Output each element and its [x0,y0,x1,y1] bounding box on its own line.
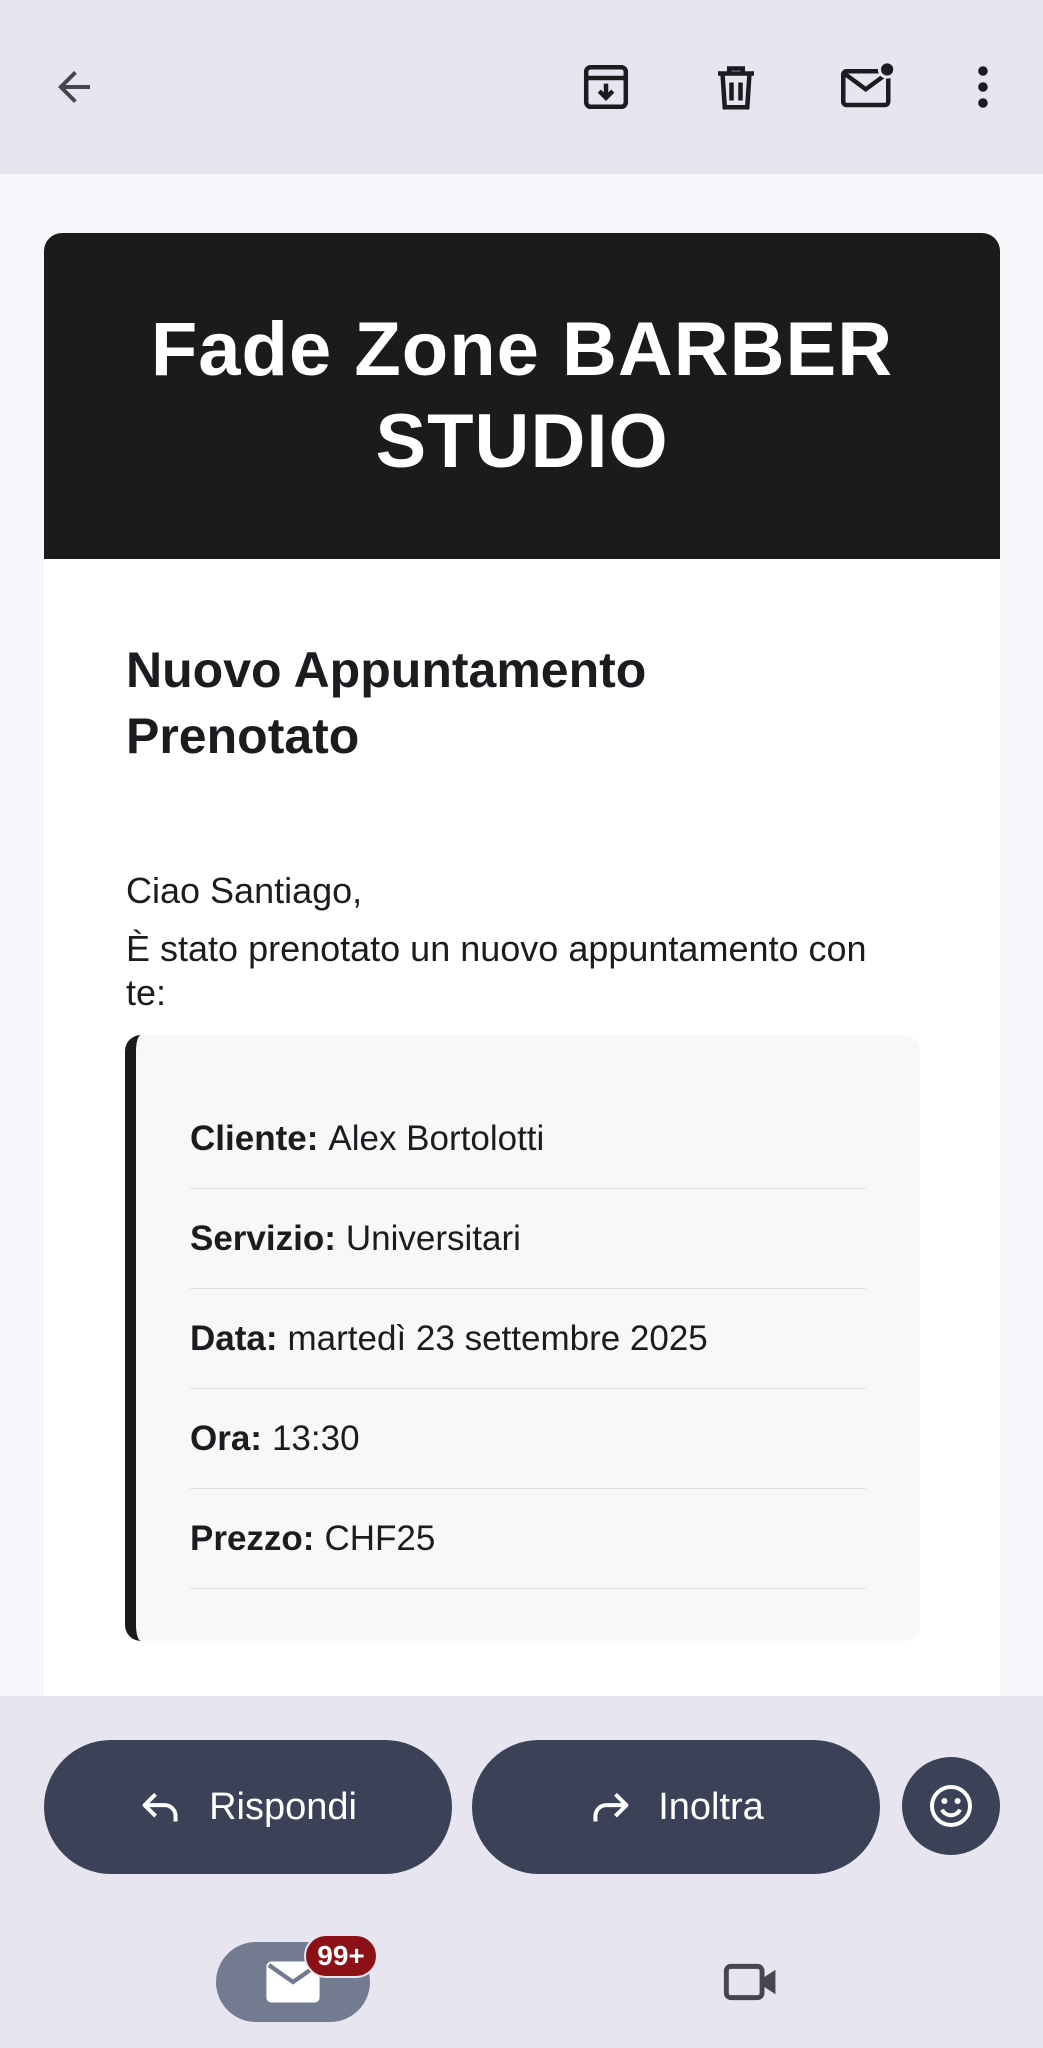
intro-text: È stato prenotato un nuovo appuntamento … [126,928,867,1013]
bottom-navigation: 99+ [0,1918,1043,2048]
delete-button[interactable] [696,47,776,127]
header-banner: Fade Zone BARBER STUDIO [44,233,1000,559]
top-app-bar [0,0,1043,174]
archive-button[interactable] [566,47,646,127]
reply-icon [142,1792,178,1822]
forward-button[interactable]: Inoltra [472,1740,880,1874]
greeting-text: Ciao Santiago, [126,870,363,911]
detail-value: CHF25 [324,1518,436,1558]
emoji-icon [930,1785,972,1827]
detail-label: Cliente: [190,1118,319,1158]
detail-label: Ora: [190,1418,262,1458]
email-headline: Nuovo Appuntamento Prenotato [126,642,647,764]
forward-label: Inoltra [658,1785,764,1828]
detail-label: Prezzo: [190,1518,315,1558]
detail-value: 13:30 [271,1418,360,1458]
back-button[interactable] [34,47,114,127]
reply-button[interactable]: Rispondi [44,1740,452,1874]
detail-value: martedì 23 settembre 2025 [287,1318,708,1358]
archive-icon [583,64,629,110]
detail-row-ora: Ora: 13:30 [190,1389,866,1489]
appointment-details: Cliente: Alex Bortolotti Servizio: Unive… [125,1035,920,1641]
detail-value: Universitari [345,1218,521,1258]
detail-row-servizio: Servizio: Universitari [190,1189,866,1289]
more-options-button[interactable] [943,47,1023,127]
video-icon [723,1963,776,2001]
detail-row-cliente: Cliente: Alex Bortolotti [190,1089,866,1189]
detail-label: Data: [190,1318,278,1358]
unread-count-badge: 99+ [304,1934,378,1978]
detail-value: Alex Bortolotti [328,1118,545,1158]
banner-title: Fade Zone BARBER STUDIO [150,307,894,484]
more-vertical-icon [978,66,988,108]
reply-label: Rispondi [209,1785,357,1828]
forward-icon [593,1792,629,1822]
trash-icon [718,66,754,110]
arrow-left-icon [58,71,90,103]
detail-label: Servizio: [190,1218,336,1258]
nav-meet-tab[interactable] [712,1942,792,2022]
email-body[interactable]: Fade Zone BARBER STUDIO Nuovo Appuntamen… [0,174,1043,1696]
mail-unread-icon [841,60,897,108]
detail-row-data: Data: martedì 23 settembre 2025 [190,1289,866,1389]
emoji-reaction-button[interactable] [902,1757,1000,1855]
detail-row-prezzo: Prezzo: CHF25 [190,1489,866,1589]
email-card: Fade Zone BARBER STUDIO Nuovo Appuntamen… [44,233,1000,1696]
mark-unread-button[interactable] [828,47,908,127]
action-bar: Rispondi Inoltra [0,1696,1043,1918]
